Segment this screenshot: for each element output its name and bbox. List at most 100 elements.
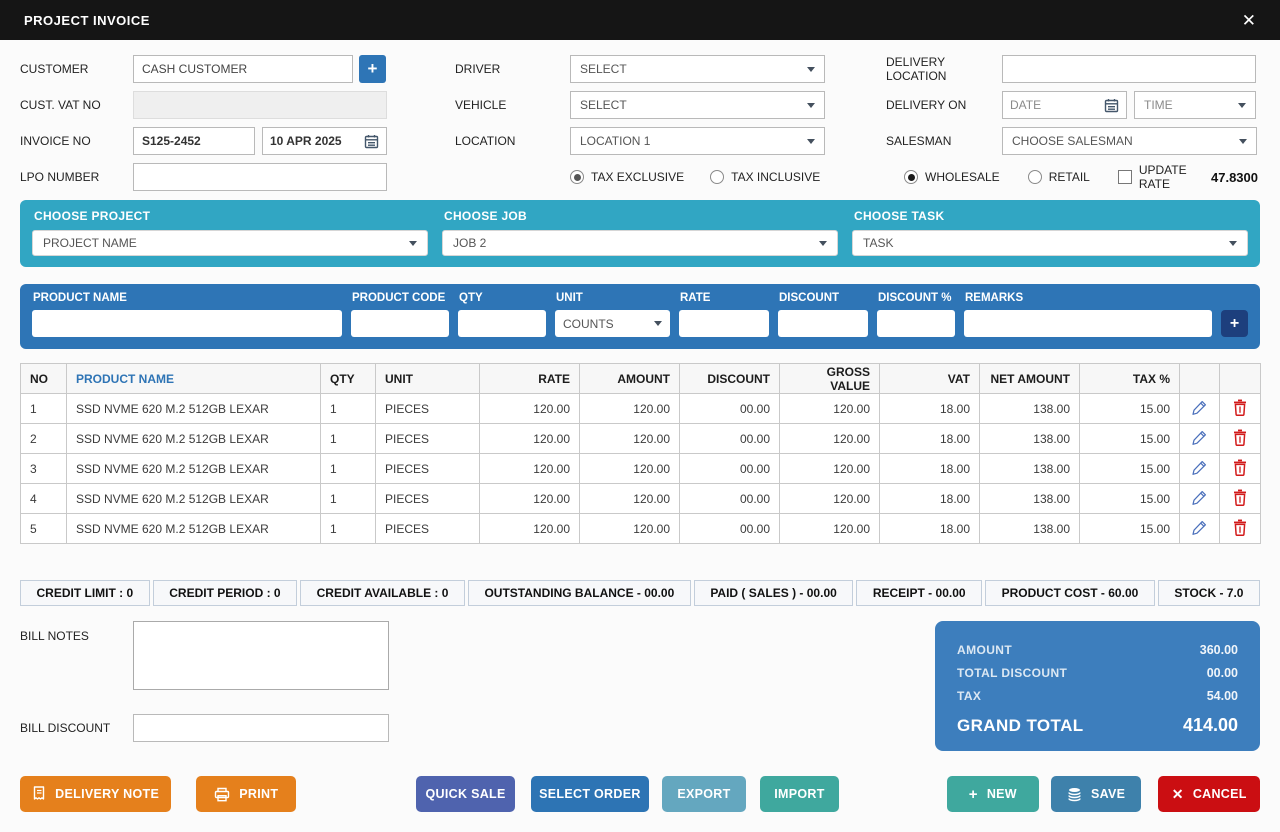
choose-project-group: CHOOSE PROJECT PROJECT NAME [32,209,428,256]
wholesale-label: WHOLESALE [925,170,1000,184]
invoice-no-input[interactable] [133,127,255,155]
wholesale-option[interactable]: WHOLESALE [904,170,1000,184]
cell-qty: 1 [320,393,376,424]
invoice-no-label: INVOICE NO [20,134,91,148]
tax-inclusive-option[interactable]: TAX INCLUSIVE [710,170,820,184]
add-customer-button[interactable]: + [359,55,386,83]
col-net-amount: NET AMOUNT [979,363,1080,394]
tax-inclusive-label: TAX INCLUSIVE [731,170,821,184]
bill-notes-textarea[interactable] [133,621,389,690]
task-select[interactable]: TASK [852,230,1248,256]
tax-exclusive-radio[interactable] [570,170,584,184]
printer-icon [214,787,230,802]
total-discount-label: TOTAL DISCOUNT [957,666,1068,680]
edit-row-button[interactable] [1179,423,1220,454]
delivery-date-field[interactable]: DATE [1002,91,1127,119]
col-product-name[interactable]: PRODUCT NAME [66,363,321,394]
cust-vat-input[interactable] [133,91,387,119]
cell-vat: 18.00 [879,393,980,424]
col-edit [1179,363,1220,394]
update-rate-checkbox[interactable] [1117,170,1132,184]
invoice-date-field[interactable]: 10 APR 2025 [262,127,387,155]
cell-rate: 120.00 [479,423,580,454]
edit-row-button[interactable] [1179,513,1220,544]
project-select[interactable]: PROJECT NAME [32,230,428,256]
select-order-button[interactable]: SELECT ORDER [530,776,649,812]
delivery-time-select[interactable]: TIME [1134,91,1256,119]
product-name-input[interactable] [32,310,342,337]
print-label: PRINT [239,787,279,801]
delete-row-button[interactable] [1219,483,1261,514]
rate-input[interactable] [679,310,769,337]
delete-row-button[interactable] [1219,393,1261,424]
cell-gross-value: 120.00 [779,393,880,424]
tax-exclusive-option[interactable]: TAX EXCLUSIVE [570,170,684,184]
form-left-column: CUSTOMER + CUST. VAT NO INVOICE NO 10 AP… [20,54,455,198]
calendar-icon[interactable] [364,134,379,149]
retail-label: RETAIL [1048,170,1090,184]
wholesale-radio[interactable] [904,170,918,184]
cell-tax-pct: 15.00 [1079,393,1180,424]
delete-row-button[interactable] [1219,423,1261,454]
print-button[interactable]: PRINT [196,776,297,812]
bill-discount-input[interactable] [133,714,389,742]
trash-icon [1232,519,1248,539]
add-product-line-button[interactable]: + [1221,310,1248,337]
cell-amount: 120.00 [579,423,680,454]
action-button-row: DELIVERY NOTE PRINT QUICK SALE SELECT OR… [20,776,1260,812]
edit-row-button[interactable] [1179,483,1220,514]
cell-amount: 120.00 [579,483,680,514]
remarks-input[interactable] [964,310,1212,337]
delivery-note-label: DELIVERY NOTE [55,787,160,801]
new-button[interactable]: + NEW [946,776,1039,812]
location-select[interactable]: LOCATION 1 [570,127,825,155]
vehicle-select[interactable]: SELECT [570,91,825,119]
save-button[interactable]: SAVE [1050,776,1142,812]
col-rate: RATE [479,363,580,394]
tax-value: 54.00 [1206,689,1238,703]
cell-product-name: SSD NVME 620 M.2 512GB LEXAR [66,513,321,544]
col-no: NO [20,363,67,394]
credit-info-item: RECEIPT - 00.00 [856,580,983,606]
table-header-row: NO PRODUCT NAME QTY UNIT RATE AMOUNT DIS… [20,363,1261,394]
retail-option[interactable]: RETAIL [1027,170,1090,184]
cell-tax-pct: 15.00 [1079,483,1180,514]
pencil-icon [1191,400,1208,419]
quick-sale-button[interactable]: QUICK SALE [416,776,515,812]
delivery-note-button[interactable]: DELIVERY NOTE [20,776,172,812]
unit-select[interactable]: COUNTS [555,310,670,337]
discount-pct-input[interactable] [877,310,955,337]
tax-inclusive-radio[interactable] [710,170,725,184]
cell-no: 4 [20,483,67,514]
edit-row-button[interactable] [1179,453,1220,484]
delivery-location-input[interactable] [1002,55,1256,83]
totals-panel: AMOUNT 360.00 TOTAL DISCOUNT 00.00 TAX 5… [935,621,1260,751]
delete-row-button[interactable] [1219,453,1261,484]
task-select-value: TASK [863,236,894,250]
cell-tax-pct: 15.00 [1079,453,1180,484]
product-code-input[interactable] [351,310,449,337]
invoice-date-value: 10 APR 2025 [270,134,342,148]
qty-input[interactable] [458,310,546,337]
choose-project-label: CHOOSE PROJECT [34,209,151,223]
delete-row-button[interactable] [1219,513,1261,544]
job-select[interactable]: JOB 2 [442,230,838,256]
salesman-select[interactable]: CHOOSE SALESMAN [1002,127,1257,155]
delivery-date-placeholder: DATE [1010,98,1042,112]
retail-radio[interactable] [1027,170,1042,184]
cell-vat: 18.00 [879,483,980,514]
table-row: 1 SSD NVME 620 M.2 512GB LEXAR 1 PIECES … [20,393,1261,424]
driver-select[interactable]: SELECT [570,55,825,83]
calendar-icon[interactable] [1104,98,1119,113]
vehicle-label: VEHICLE [455,98,507,112]
edit-row-button[interactable] [1179,393,1220,424]
cancel-button[interactable]: ✕ CANCEL [1158,776,1260,812]
import-button[interactable]: IMPORT [759,776,839,812]
export-button[interactable]: EXPORT [661,776,746,812]
cell-no: 1 [20,393,67,424]
discount-input[interactable] [778,310,868,337]
update-rate-option[interactable]: UPDATE RATE [1117,163,1211,191]
customer-input[interactable] [133,55,353,83]
lpo-number-input[interactable] [133,163,387,191]
close-icon[interactable]: ✕ [1242,12,1256,29]
